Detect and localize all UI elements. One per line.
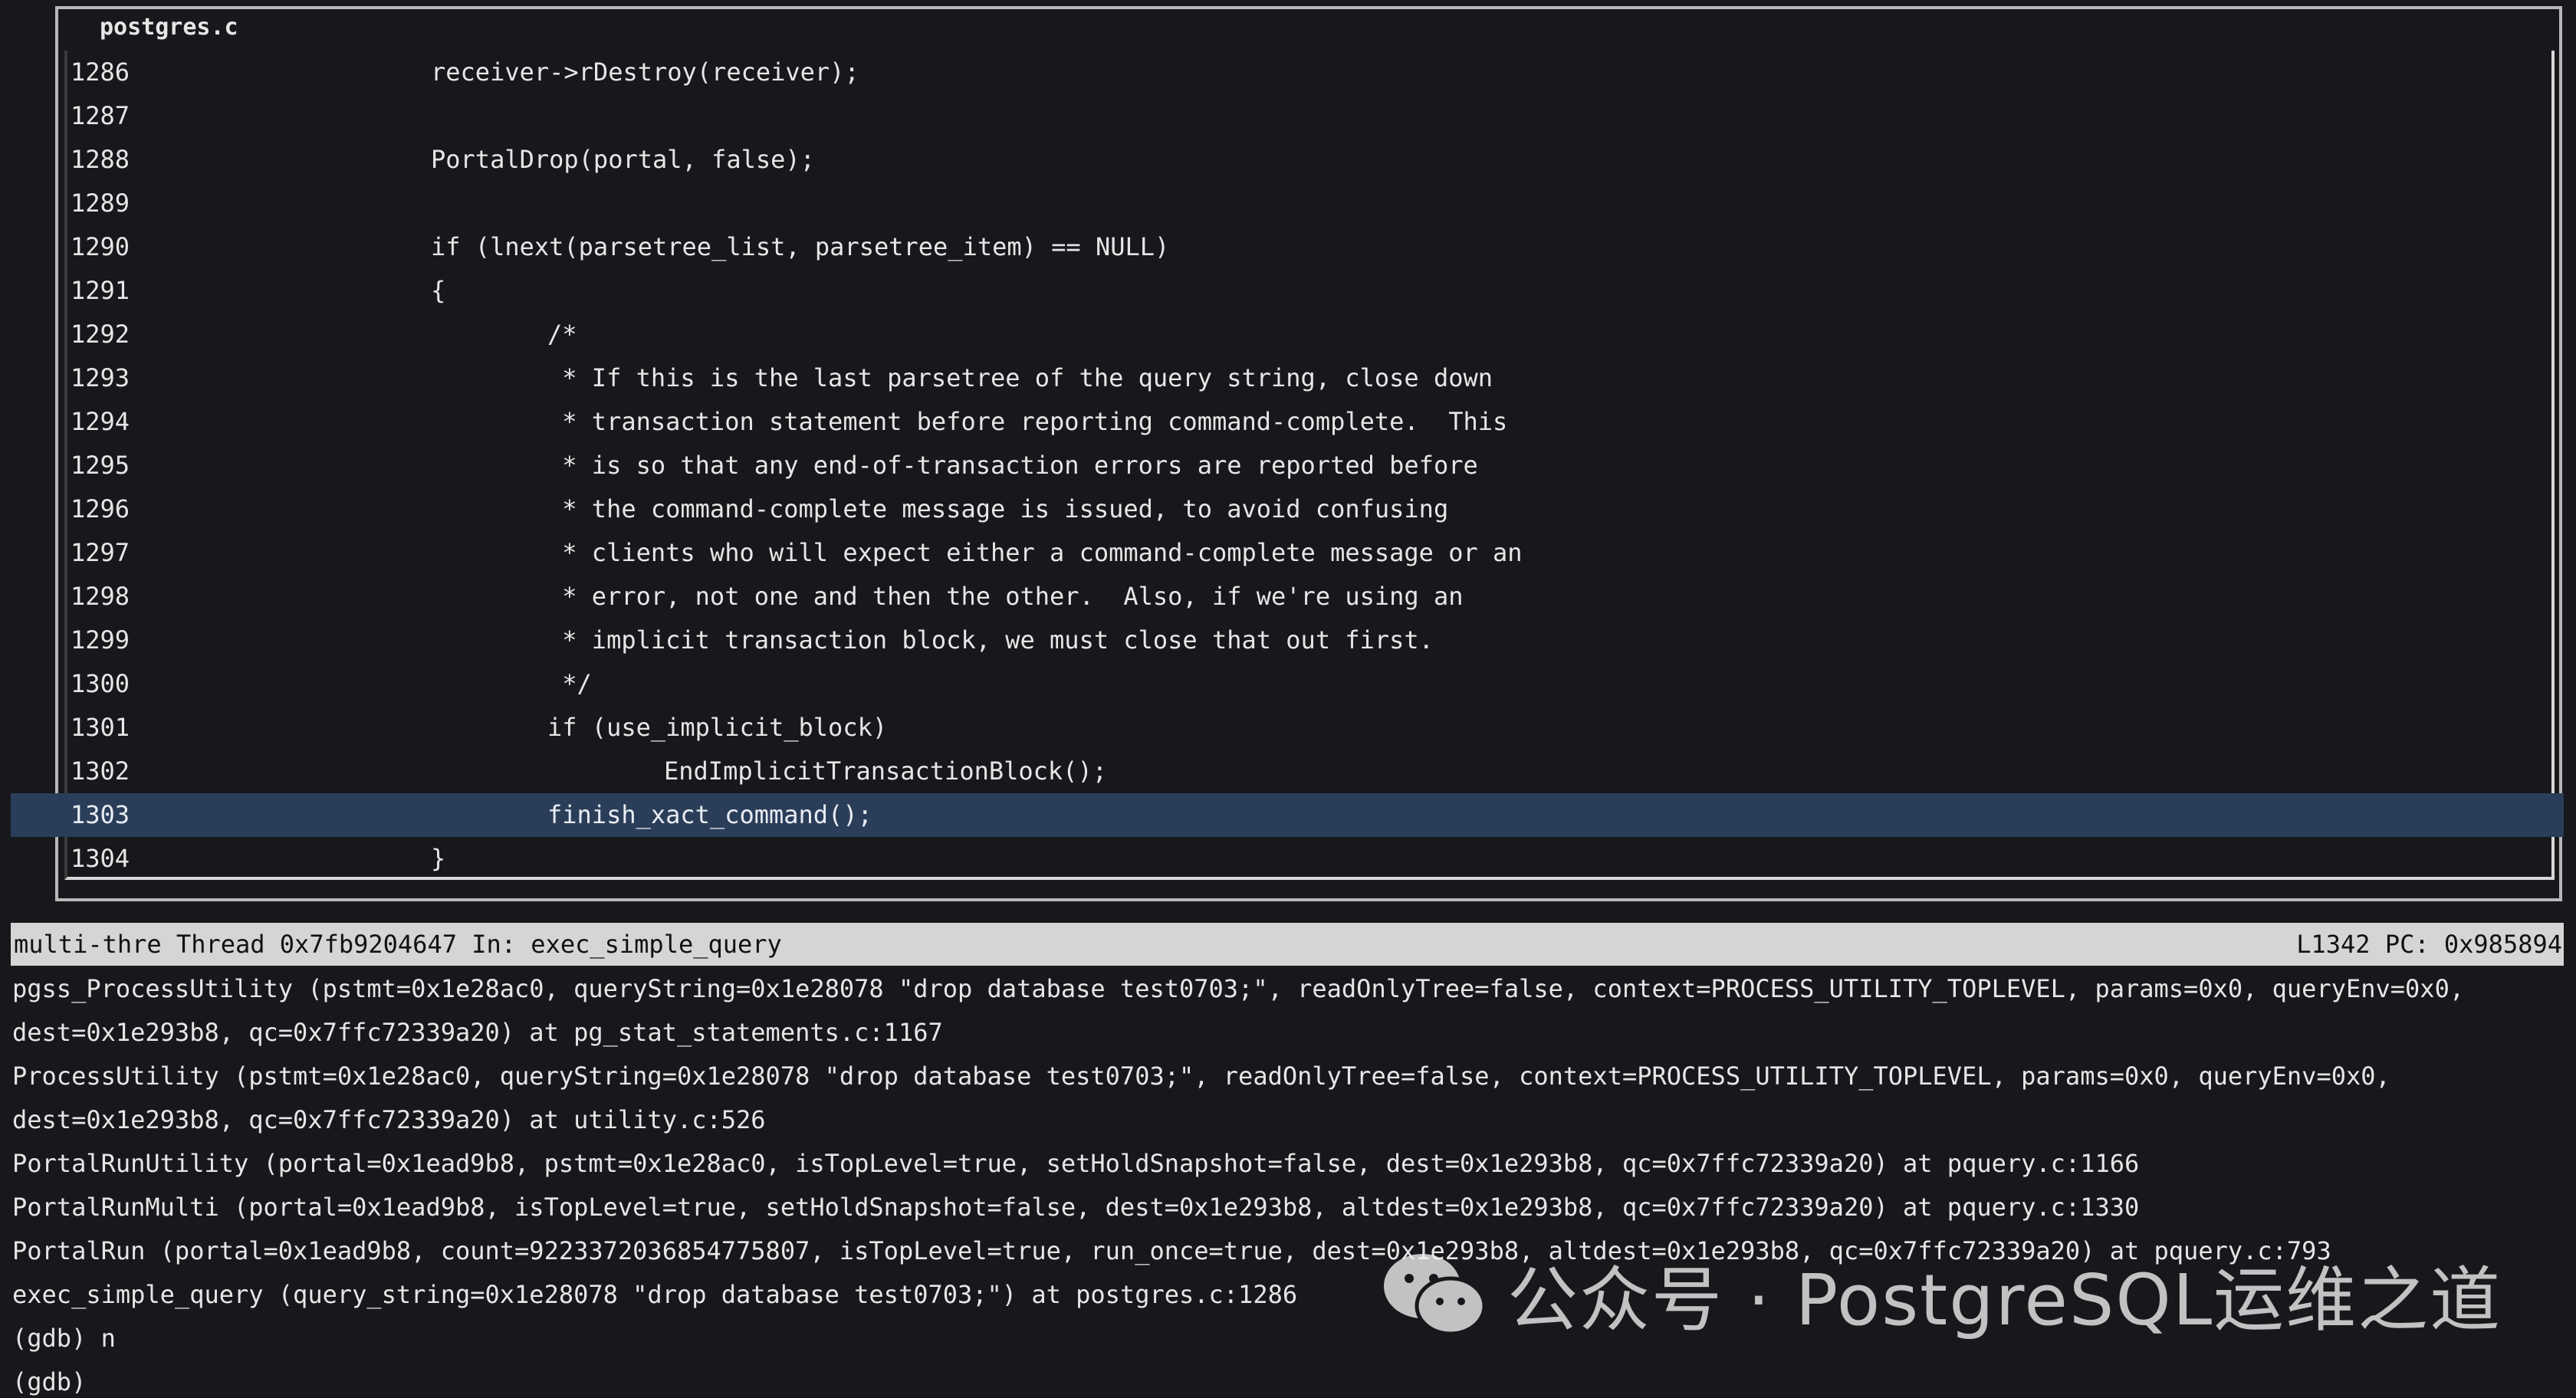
gdb-tui-terminal[interactable]: postgres.c 1286 receiver->rDestroy(receiv… — [0, 0, 2576, 1398]
line-number: 1298 — [71, 582, 130, 611]
line-number: 1303 — [71, 800, 130, 829]
code-line: 1296 * the command-complete message is i… — [11, 487, 2564, 531]
line-number: 1288 — [71, 145, 130, 174]
line-number: 1301 — [71, 713, 130, 742]
code-line: 1289 — [11, 182, 2564, 225]
line-number: 1293 — [71, 363, 130, 392]
code-text: * implicit transaction block, we must cl… — [547, 625, 1434, 655]
backtrace-line: PortalRunMulti (portal=0x1ead9b8, isTopL… — [12, 1193, 2140, 1222]
line-number: 1291 — [71, 276, 130, 305]
line-number: 1294 — [71, 407, 130, 436]
watermark-text: 公众号 · PostgreSQL运维之道 — [1507, 1259, 2502, 1341]
code-text: * clients who will expect either a comma… — [547, 538, 1523, 567]
gdb-prompt-line[interactable]: (gdb) — [12, 1360, 2565, 1398]
code-text: * If this is the last parsetree of the q… — [547, 363, 1493, 392]
code-text: finish_xact_command(); — [547, 800, 872, 829]
code-text: * transaction statement before reporting… — [547, 407, 1508, 436]
source-code-view[interactable]: 1286 receiver->rDestroy(receiver); 1287 128… — [11, 51, 2564, 881]
line-number: 1292 — [71, 320, 130, 349]
status-bar: multi-thre Thread 0x7fb9204647 In: exec_… — [11, 923, 2564, 966]
watermark: 公众号 · PostgreSQL运维之道 — [1380, 1240, 2502, 1347]
line-number: 1300 — [71, 669, 130, 698]
backtrace-line: dest=0x1e293b8, qc=0x7ffc72339a20) at ut… — [12, 1105, 766, 1134]
code-line: 1295 * is so that any end-of-transaction… — [11, 444, 2564, 487]
code-text: /* — [547, 320, 577, 349]
code-text: if (lnext(parsetree_list, parsetree_item… — [431, 232, 1170, 261]
code-line: 1304} — [11, 837, 2564, 881]
code-line: 1286 receiver->rDestroy(receiver); — [11, 51, 2564, 94]
code-line: 1290 if (lnext(parsetree_list, parsetree_… — [11, 225, 2564, 269]
current-code-line: 1303 finish_xact_command(); — [11, 793, 2564, 837]
line-number: 1289 — [71, 189, 130, 218]
backtrace-line: PortalRunUtility (portal=0x1ead9b8, pstm… — [12, 1149, 2140, 1178]
backtrace-line: dest=0x1e293b8, qc=0x7ffc72339a20) at pg… — [12, 1018, 943, 1047]
source-window-title: postgres.c — [95, 12, 243, 43]
code-line: 1288 PortalDrop(portal, false); — [11, 138, 2564, 182]
code-line: 1301 if (use_implicit_block) — [11, 706, 2564, 750]
line-number: 1297 — [71, 538, 130, 567]
line-number: 1295 — [71, 451, 130, 480]
code-text: receiver->rDestroy(receiver); — [431, 57, 859, 87]
code-line: 1294 * transaction statement before repo… — [11, 400, 2564, 444]
backtrace-line: ProcessUtility (pstmt=0x1e28ac0, querySt… — [12, 1062, 2390, 1091]
code-text: * the command-complete message is issued… — [547, 494, 1449, 523]
wechat-icon — [1384, 1254, 1487, 1336]
code-text: * error, not one and then the other. Als… — [547, 582, 1464, 611]
code-text: * is so that any end-of-transaction erro… — [547, 451, 1478, 480]
backtrace-line: pgss_ProcessUtility (pstmt=0x1e28ac0, qu… — [12, 974, 2465, 1003]
code-line: 1300 */ — [11, 662, 2564, 706]
code-line: 1293 * If this is the last parsetree of … — [11, 356, 2564, 400]
code-text: { — [431, 276, 446, 305]
code-text: PortalDrop(portal, false); — [431, 145, 815, 174]
code-text: EndImplicitTransactionBlock(); — [664, 756, 1107, 786]
line-number: 1287 — [71, 101, 130, 130]
line-number: 1304 — [71, 844, 130, 873]
status-thread-info: multi-thre Thread 0x7fb9204647 In: exec_… — [14, 930, 782, 959]
status-line-pc: L1342 PC: 0x985894 — [2296, 930, 2562, 959]
line-number: 1296 — [71, 494, 130, 523]
line-number: 1290 — [71, 232, 130, 261]
code-text: } — [431, 844, 446, 873]
code-line: 1298 * error, not one and then the other… — [11, 575, 2564, 619]
line-number: 1302 — [71, 756, 130, 786]
code-text: */ — [547, 669, 592, 698]
code-line: 1302 EndImplicitTransactionBlock(); — [11, 750, 2564, 793]
code-text: if (use_implicit_block) — [547, 713, 888, 742]
line-number: 1299 — [71, 625, 130, 655]
code-line: 1291 { — [11, 269, 2564, 313]
code-line: 1287 — [11, 94, 2564, 138]
code-line: 1292 /* — [11, 313, 2564, 356]
code-line: 1299 * implicit transaction block, we mu… — [11, 619, 2564, 662]
line-number: 1286 — [71, 57, 130, 87]
code-line: 1297 * clients who will expect either a … — [11, 531, 2564, 575]
